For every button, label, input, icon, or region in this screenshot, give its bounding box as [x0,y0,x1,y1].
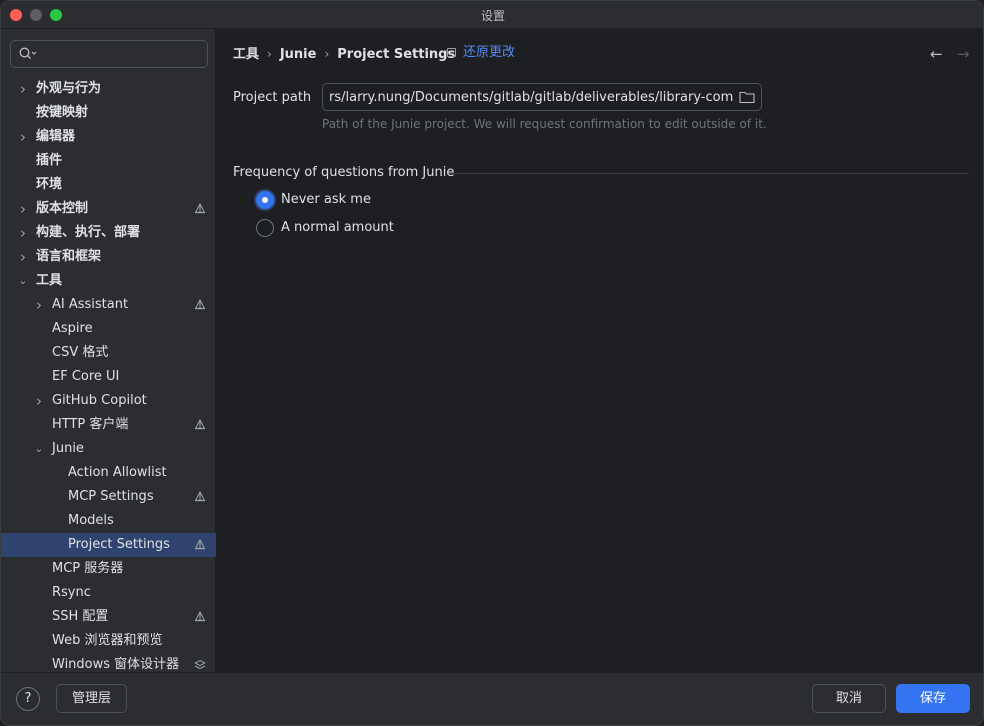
project-level-icon [194,299,206,310]
search-icon [19,47,37,59]
sidebar-item[interactable]: 按键映射 [1,101,216,125]
chevron-down-icon[interactable]: ⌄ [16,269,30,293]
sidebar-item[interactable]: ⌄ 工具 [1,269,216,293]
chevron-right-icon[interactable]: › [16,197,30,221]
sidebar-item[interactable]: › AI Assistant [1,293,216,317]
radio-never-ask-me-label[interactable]: Never ask me [281,191,371,209]
save-button[interactable]: 保存 [896,684,970,713]
forward-arrow-icon[interactable]: → [957,45,970,63]
sidebar-item[interactable]: Rsync [1,581,216,605]
sidebar: › 外观与行为按键映射 › 编辑器插件环境 › 版本控制 › 构建、执行、部署 › 语言和框架 ⌄ 工… [1,29,216,672]
breadcrumb-item-project-settings: Project Settings [337,47,456,62]
sidebar-item-label: Project Settings [68,537,170,552]
chevron-right-icon[interactable]: › [16,125,30,149]
window-title: 设置 [480,9,505,23]
sidebar-item-label: CSV 格式 [52,345,109,360]
sidebar-item[interactable]: 插件 [1,149,216,173]
project-path-field[interactable] [322,83,762,111]
chevron-down-icon[interactable]: ⌄ [32,437,46,461]
chevron-right-icon[interactable]: › [16,77,30,101]
sidebar-item[interactable]: EF Core UI [1,365,216,389]
project-path-hint: Path of the Junie project. We will reque… [322,117,767,131]
radio-normal-amount[interactable] [256,219,274,237]
sidebar-item-label: 语言和框架 [36,249,102,264]
revert-icon [447,48,456,57]
sidebar-item-label: Models [68,513,114,528]
breadcrumb-item-tools[interactable]: 工具 [233,46,259,64]
radio-never-ask-me[interactable] [256,191,274,209]
search-input[interactable] [39,41,203,67]
cancel-button[interactable]: 取消 [812,684,886,713]
sidebar-item-label: 构建、执行、部署 [36,225,141,240]
project-level-icon [194,539,206,550]
sidebar-item-label: MCP Settings [68,489,154,504]
sidebar-item[interactable]: 环境 [1,173,216,197]
sidebar-item[interactable]: Action Allowlist [1,461,216,485]
sidebar-item[interactable]: › 编辑器 [1,125,216,149]
sidebar-item[interactable]: › GitHub Copilot [1,389,216,413]
project-level-icon [194,491,206,502]
sidebar-item-label: Aspire [52,321,93,336]
sidebar-item-label: HTTP 客户端 [52,417,129,432]
sidebar-item[interactable]: ⌄ Junie [1,437,216,461]
breadcrumb-separator-icon: › [324,47,330,61]
breadcrumb-item-junie[interactable]: Junie [280,46,317,64]
sidebar-item[interactable]: › 构建、执行、部署 [1,221,216,245]
sidebar-item-label: 工具 [36,273,63,288]
back-arrow-icon[interactable]: ← [930,45,943,63]
sidebar-item[interactable]: › 语言和框架 [1,245,216,269]
sidebar-item-label: 环境 [36,177,63,192]
chevron-right-icon[interactable]: › [16,245,30,269]
sidebar-item-label: SSH 配置 [52,609,109,624]
search-field[interactable] [10,40,208,68]
sidebar-item[interactable]: SSH 配置 [1,605,216,629]
sidebar-item-label: Junie [52,441,84,456]
chevron-right-icon[interactable]: › [16,221,30,245]
settings-window: 设置 › 外观与行为按键映射 › 编辑器插件环境 › 版本控制 › 构建、执行、部署 › 语言和框… [0,0,984,726]
sidebar-item-label: 外观与行为 [36,81,102,96]
folder-icon[interactable] [739,90,755,104]
project-level-icon [194,203,206,214]
frequency-section-title: Frequency of questions from Junie [233,165,455,180]
project-level-icon [194,419,206,430]
layers-icon [194,659,206,670]
chevron-right-icon[interactable]: › [32,389,46,413]
sidebar-item-label: Action Allowlist [68,465,167,480]
title-bar: 设置 [1,1,983,29]
frequency-separator [449,173,969,174]
radio-normal-amount-label[interactable]: A normal amount [281,219,394,237]
help-button[interactable]: ? [16,687,40,711]
sidebar-item-label: Web 浏览器和预览 [52,633,163,648]
sidebar-item-label: 版本控制 [36,201,89,216]
sidebar-item-label: 按键映射 [36,105,89,120]
dialog-footer: ? 管理层 取消 保存 [1,672,983,725]
sidebar-item-label: Rsync [52,585,91,600]
project-path-input[interactable] [323,84,733,110]
sidebar-item-label: MCP 服务器 [52,561,124,576]
sidebar-item-label: 编辑器 [36,129,76,144]
sidebar-item[interactable]: MCP 服务器 [1,557,216,581]
sidebar-item[interactable]: › 版本控制 [1,197,216,221]
breadcrumb-separator-icon: › [267,47,272,61]
revert-changes-link[interactable]: 还原更改 [463,44,515,62]
sidebar-item-label: GitHub Copilot [52,393,147,408]
breadcrumb: 工具 › Junie › Project Settings [233,45,455,63]
manage-button[interactable]: 管理层 [56,684,127,713]
sidebar-item[interactable]: › 外观与行为 [1,77,216,101]
project-path-label: Project path [233,90,312,105]
chevron-right-icon[interactable]: › [32,293,46,317]
sidebar-item-label: 插件 [36,153,63,168]
sidebar-item-label: EF Core UI [52,369,120,384]
sidebar-item[interactable]: CSV 格式 [1,341,216,365]
sidebar-item[interactable]: MCP Settings [1,485,216,509]
settings-content: 工具 › Junie › Project Settings 还原更改 ← → Proje… [217,29,983,672]
sidebar-item[interactable]: Models [1,509,216,533]
sidebar-item[interactable]: HTTP 客户端 [1,413,216,437]
sidebar-item[interactable]: Aspire [1,317,216,341]
project-level-icon [194,611,206,622]
sidebar-item[interactable]: Project Settings [1,533,216,557]
sidebar-item[interactable]: Web 浏览器和预览 [1,629,216,653]
sidebar-item-label: AI Assistant [52,297,129,312]
